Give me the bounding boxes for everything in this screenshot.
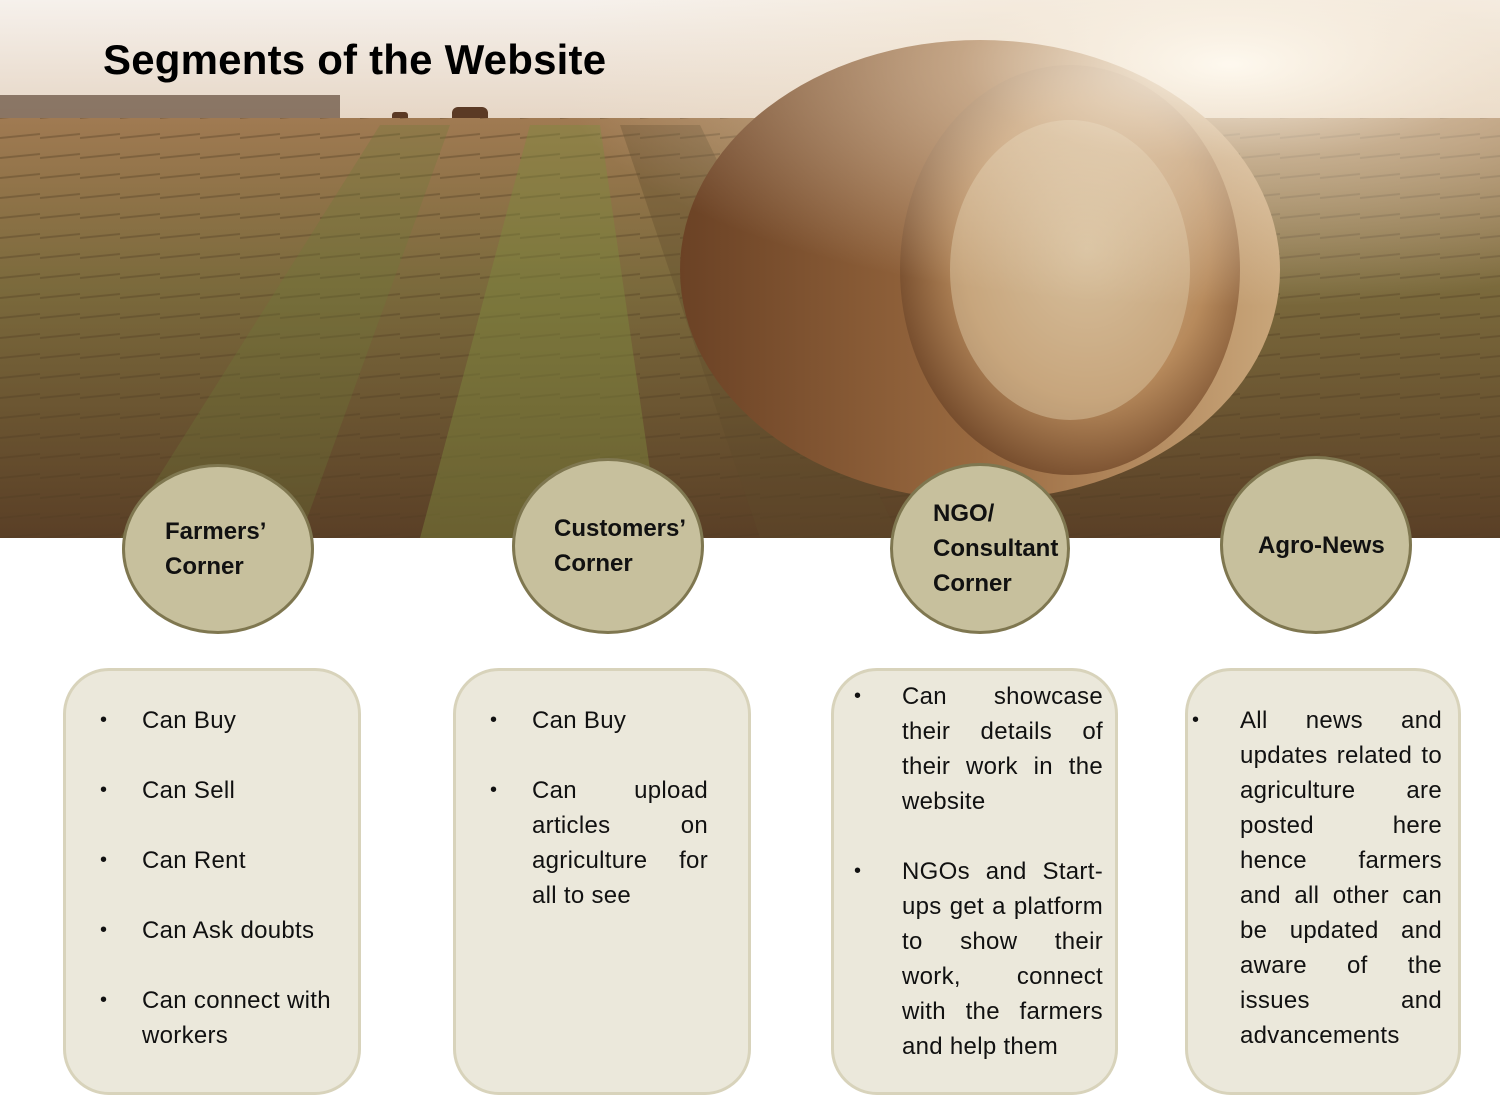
segment-label-farmers-corner: Farmers’ Corner [165,518,267,580]
feature-list: Can showcase their details of their work… [834,671,1115,1064]
segment-circle-ngo-consultant-corner: NGO/ Consultant Corner [890,463,1070,634]
feature-item: Can Rent [100,843,344,878]
feature-item: Can Buy [100,703,344,738]
segment-card-farmers-corner: Can Buy Can Sell Can Rent Can Ask doubts… [63,668,361,1095]
segment-label-agro-news: Agro-News [1258,531,1385,559]
segment-circle-customers-corner: Customers’ Corner [512,458,704,634]
feature-list: All news and updates related to agricult… [1188,671,1458,1053]
segment-circle-agro-news: Agro-News [1220,456,1412,634]
segment-circle-farmers-corner: Farmers’ Corner [122,464,314,634]
feature-item: Can connect with workers [100,983,344,1053]
feature-item: Can Ask doubts [100,913,344,948]
feature-list: Can Buy Can Sell Can Rent Can Ask doubts… [66,671,358,1053]
segment-label-customers-corner: Customers’ Corner [554,515,687,577]
segment-label-ngo-consultant-corner: NGO/ Consultant Corner [933,500,1059,597]
feature-item: All news and updates related to agricult… [1192,703,1442,1053]
feature-item: NGOs and Start-ups get a platform to sho… [854,854,1103,1064]
feature-item: Can Sell [100,773,344,808]
segment-card-customers-corner: Can Buy Can upload articles on agricultu… [453,668,751,1095]
feature-item: Can upload articles on agriculture for a… [490,773,708,913]
segment-card-ngo-consultant-corner: Can showcase their details of their work… [831,668,1118,1095]
page-title: Segments of the Website [103,36,607,83]
feature-item: Can Buy [490,703,708,738]
feature-item: Can showcase their details of their work… [854,679,1103,819]
feature-list: Can Buy Can upload articles on agricultu… [456,671,748,913]
segment-card-agro-news: All news and updates related to agricult… [1185,668,1461,1095]
